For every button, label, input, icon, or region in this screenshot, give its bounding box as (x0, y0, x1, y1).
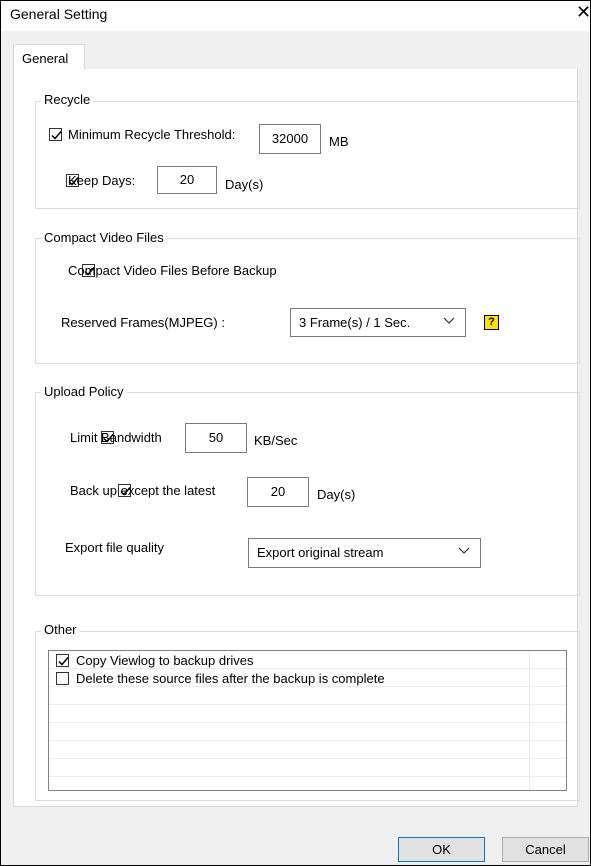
limit-bandwidth-input[interactable]: 50 (185, 423, 247, 453)
grid-line (49, 758, 566, 759)
help-icon[interactable]: ? (484, 315, 499, 330)
keep-days-input[interactable]: 20 (157, 166, 217, 194)
list-item[interactable]: Copy Viewlog to backup drives (56, 653, 526, 669)
chevron-down-icon (443, 317, 455, 324)
grid-line (49, 776, 566, 777)
reserved-frames-value: 3 Frame(s) / 1 Sec. (299, 315, 411, 330)
min-threshold-unit: MB (329, 134, 349, 149)
export-quality-select[interactable]: Export original stream (248, 538, 481, 568)
grid-line (49, 722, 566, 723)
keep-days-unit: Day(s) (225, 177, 264, 192)
ok-button[interactable]: OK (398, 837, 485, 862)
tab-general[interactable]: General (13, 44, 85, 70)
compact-group-label: Compact Video Files (41, 230, 167, 245)
other-group-label: Other (41, 622, 80, 637)
export-quality-label: Export file quality (65, 540, 164, 555)
min-threshold-label: Minimum Recycle Threshold: (68, 127, 236, 142)
grid-line (529, 651, 530, 790)
chevron-down-icon (458, 547, 470, 554)
recycle-group (35, 101, 580, 209)
cancel-button[interactable]: Cancel (502, 837, 589, 862)
compact-group (35, 238, 580, 364)
backup-except-input[interactable]: 20 (247, 477, 309, 507)
upload-policy-group-label: Upload Policy (41, 384, 127, 399)
min-threshold-checkbox[interactable] (49, 128, 62, 141)
compact-before-backup-label: Compact Video Files Before Backup (68, 263, 277, 278)
check-icon (58, 657, 69, 666)
limit-bandwidth-label: Limit Bandwidth (70, 430, 162, 445)
grid-line (49, 740, 566, 741)
list-item[interactable]: Delete these source files after the back… (56, 671, 526, 687)
reserved-frames-select[interactable]: 3 Frame(s) / 1 Sec. (290, 308, 466, 337)
window-title: General Setting (10, 6, 108, 22)
limit-bandwidth-unit: KB/Sec (254, 433, 298, 448)
recycle-group-label: Recycle (41, 92, 94, 107)
export-quality-value: Export original stream (257, 545, 384, 560)
grid-line (49, 704, 566, 705)
other-options-list[interactable]: Copy Viewlog to backup drives Delete the… (48, 650, 567, 791)
delete-source-checkbox[interactable] (56, 672, 69, 685)
backup-except-label: Back up except the latest (70, 483, 216, 498)
keep-days-label: Keep Days: (68, 173, 136, 188)
tab-general-label: General (22, 51, 69, 66)
backup-except-unit: Day(s) (317, 487, 356, 502)
copy-viewlog-checkbox[interactable] (56, 654, 69, 667)
check-icon (51, 131, 62, 140)
delete-source-label: Delete these source files after the back… (76, 671, 385, 686)
reserved-frames-label: Reserved Frames(MJPEG) : (61, 315, 225, 330)
copy-viewlog-label: Copy Viewlog to backup drives (76, 653, 254, 668)
close-icon[interactable]: ✕ (576, 2, 591, 23)
min-threshold-input[interactable]: 32000 (259, 124, 321, 154)
